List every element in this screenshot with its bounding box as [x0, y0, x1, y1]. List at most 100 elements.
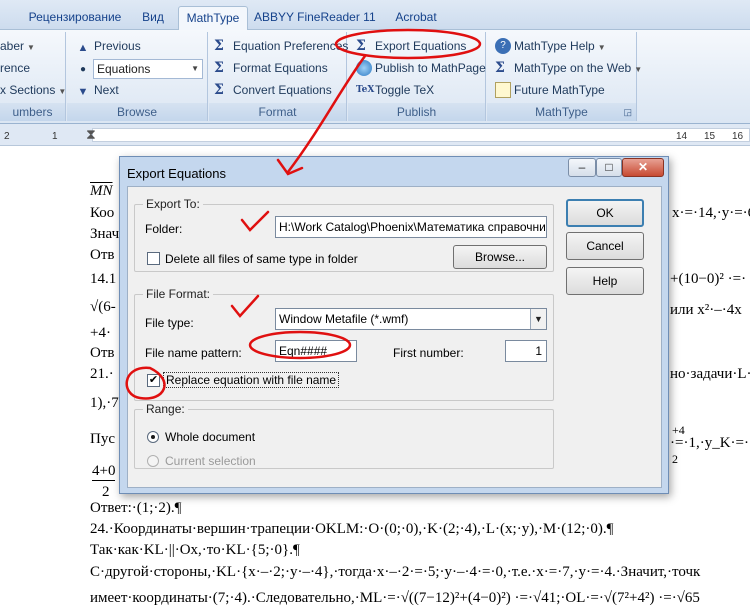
doc-line: √(6-	[90, 299, 116, 315]
export-to-group: Export To: Folder: H:\Work Catalog\Phoen…	[134, 197, 554, 272]
ok-button[interactable]: OK	[566, 199, 644, 227]
doc-line: или x²·–·4x	[670, 302, 742, 318]
globe-icon	[356, 59, 372, 76]
future-mathtype-button[interactable]: Future MathType	[495, 80, 605, 100]
tab-acrobat[interactable]: Acrobat	[386, 6, 446, 30]
publish-mathpage-button[interactable]: Publish to MathPage	[356, 58, 486, 78]
dialog-title: Export Equations	[127, 166, 227, 181]
current-selection-radio[interactable]	[147, 455, 159, 467]
document-icon	[495, 81, 511, 98]
file-pattern-label: File name pattern:	[145, 346, 242, 360]
group-label-mathtype-text: MathType	[535, 105, 588, 119]
format-equations-button[interactable]: Σ Format Equations	[214, 58, 328, 78]
help-icon: ?	[495, 37, 511, 54]
maximize-button[interactable]: □	[596, 158, 622, 177]
range-group: Range: Whole document Current selection	[134, 402, 554, 469]
tab-view[interactable]: Вид	[133, 6, 173, 30]
convert-equations-button[interactable]: Σ Convert Equations	[214, 80, 332, 100]
tab-abbyy[interactable]: ABBYY FineReader 11	[254, 6, 376, 30]
help-button[interactable]: Help	[566, 267, 644, 295]
group-label-mathtype: MathType ◲	[487, 103, 636, 121]
file-format-group: File Format: File type: Window Metafile …	[134, 287, 554, 401]
ribbon: aber ▼ rence x Sections ▼ umbers ▲ Previous…	[0, 30, 750, 124]
format-equations-label: Format Equations	[233, 61, 328, 75]
group-mathtype: ? MathType Help ▼ Σ MathType on the Web ▼ Fu…	[487, 32, 642, 121]
reference-button[interactable]: rence	[0, 58, 30, 78]
doc-line: 1),·7	[90, 395, 119, 411]
toggle-tex-button[interactable]: TeXToggle TeX	[356, 80, 434, 100]
group-label-browse: Browse	[67, 103, 207, 121]
doc-line: Коо	[90, 205, 115, 221]
browse-combo[interactable]: Equations ▼	[93, 59, 203, 79]
group-format: Σ Equation Preferences Σ Format Equations …	[209, 32, 348, 121]
folder-label: Folder:	[145, 222, 183, 236]
chevron-down-icon[interactable]: ▼	[530, 309, 546, 329]
folder-input[interactable]: H:\Work Catalog\Phoenix\Математика справ…	[275, 216, 547, 238]
browse-combo-value: Equations	[97, 62, 151, 76]
convert-equations-label: Convert Equations	[233, 83, 332, 97]
export-equations-dialog: Export Equations – □ ✕ Export To: Folder…	[119, 156, 669, 494]
delete-files-checkbox[interactable]	[147, 252, 160, 265]
tab-review[interactable]: Рецензирование	[20, 6, 130, 30]
doc-line: 2	[672, 452, 678, 466]
ribbon-tab-bar: Рецензирование Вид MathType ABBYY FineRe…	[0, 0, 750, 31]
delete-files-label: Delete all files of same type in folder	[165, 252, 358, 266]
next-button[interactable]: ▼ Next	[75, 80, 119, 100]
future-mathtype-label: Future MathType	[514, 83, 605, 97]
sections-button-label: x Sections	[0, 83, 56, 97]
export-sigma-icon: Σ	[356, 37, 366, 54]
first-number-input[interactable]: 1	[505, 340, 547, 362]
mathtype-web-button[interactable]: Σ MathType on the Web ▼	[495, 58, 642, 78]
minimize-button[interactable]: –	[568, 158, 596, 177]
sigma-icon: Σ	[214, 37, 224, 54]
arrow-up-icon: ▲	[77, 41, 89, 54]
close-button[interactable]: ✕	[622, 158, 664, 177]
equation-preferences-button[interactable]: Σ Equation Preferences	[214, 36, 348, 56]
doc-line: 21.·	[90, 366, 114, 382]
equation-preferences-label: Equation Preferences	[233, 39, 349, 53]
doc-line: С·другой·стороны,·KL·{x·–·2;·y·–·4},·тог…	[90, 564, 701, 580]
whole-document-radio[interactable]	[147, 431, 159, 443]
file-type-label: File type:	[145, 316, 194, 330]
replace-equation-label: Replace equation with file name	[163, 372, 340, 388]
replace-equation-checkbox[interactable]: ✔	[147, 374, 160, 387]
browse-button[interactable]: Browse...	[453, 245, 547, 269]
current-selection-label: Current selection	[165, 454, 256, 468]
file-type-select[interactable]: Window Metafile (*.wmf) ▼	[275, 308, 547, 330]
mathtype-help-label: MathType Help	[514, 39, 595, 53]
numbers-button[interactable]: aber ▼	[0, 36, 35, 56]
doc-line: 2	[102, 484, 110, 500]
mathtype-help-button[interactable]: ? MathType Help ▼	[495, 36, 606, 56]
doc-line: ·=·1,·y_K·=·	[670, 435, 749, 451]
doc-line: но·задачи·L·(	[670, 366, 750, 382]
browse-dot-icon: ●	[79, 63, 87, 75]
sigma-icon: Σ	[495, 59, 505, 76]
file-pattern-input[interactable]: Eqn####	[275, 340, 357, 362]
ruler-track	[92, 128, 750, 142]
sections-button[interactable]: x Sections ▼	[0, 80, 66, 100]
ruler-number: 2	[4, 131, 10, 142]
previous-label: Previous	[94, 39, 141, 53]
arrow-down-icon: ▼	[77, 85, 89, 98]
file-format-legend: File Format:	[143, 287, 214, 301]
export-to-legend: Export To:	[143, 197, 203, 211]
export-equations-button[interactable]: Σ Export Equations	[356, 36, 466, 56]
doc-line: 4+0	[92, 463, 116, 481]
indent-marker-icon[interactable]: ⧗	[86, 126, 96, 143]
dialog-launcher-icon[interactable]: ◲	[623, 103, 632, 121]
previous-button[interactable]: ▲ Previous	[75, 36, 141, 56]
first-number-label: First number:	[393, 346, 464, 360]
group-numbers: aber ▼ rence x Sections ▼ umbers	[0, 32, 66, 121]
doc-line: 14.1	[90, 271, 117, 287]
tab-mathtype[interactable]: MathType	[178, 6, 248, 31]
doc-line: x·=·14,·y·=·6	[672, 205, 750, 221]
cancel-button[interactable]: Cancel	[566, 232, 644, 260]
doc-line: MN	[90, 183, 113, 199]
numbers-button-label: aber	[0, 39, 25, 53]
tex-icon: TeX	[356, 84, 375, 95]
doc-line: 24.·Координаты·вершин·трапеции·OKLM:·O·(…	[90, 521, 614, 537]
sigma-icon: Σ	[214, 59, 224, 76]
doc-line: Ответ:·(1;·2).¶	[90, 500, 182, 516]
group-label-format: Format	[209, 103, 346, 121]
publish-mathpage-label: Publish to MathPage	[375, 61, 486, 75]
